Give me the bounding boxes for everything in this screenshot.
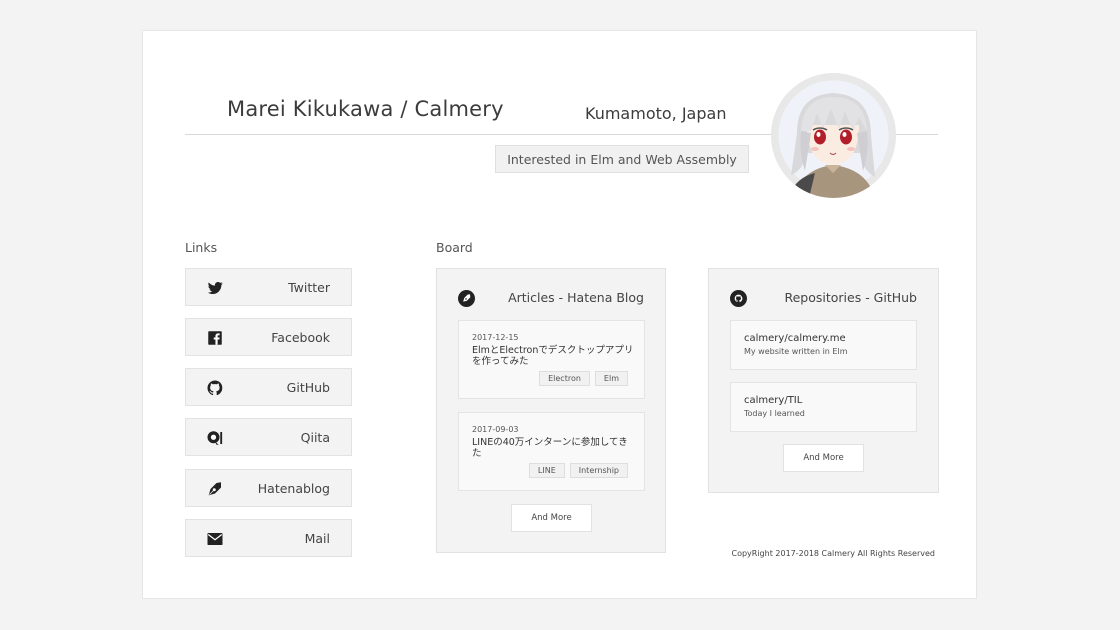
article-date: 2017-12-15: [472, 333, 519, 342]
article-tags: LINE Internship: [528, 463, 628, 478]
tag-line[interactable]: LINE: [528, 463, 565, 478]
github-icon: [206, 379, 224, 397]
repository-card[interactable]: calmery/calmery.me My website written in…: [730, 320, 917, 370]
avatar: [771, 73, 896, 198]
link-label: Facebook: [271, 330, 330, 345]
tag-electron[interactable]: Electron: [539, 371, 590, 386]
repository-description: Today I learned: [744, 409, 805, 418]
board-heading: Board: [436, 240, 473, 255]
github-icon: [730, 290, 747, 307]
link-mail[interactable]: Mail: [185, 519, 352, 557]
link-github[interactable]: GitHub: [185, 368, 352, 406]
copyright-text: CopyRight 2017-2018 Calmery All Rights R…: [731, 549, 935, 558]
articles-panel: Articles - Hatena Blog 2017-12-15 ElmとEl…: [436, 268, 666, 553]
hatenablog-icon: [458, 290, 475, 307]
hatenablog-icon: [206, 480, 224, 498]
links-heading: Links: [185, 240, 218, 255]
link-label: Mail: [304, 531, 330, 546]
link-twitter[interactable]: Twitter: [185, 268, 352, 306]
repository-name: calmery/TIL: [744, 395, 803, 406]
profile-name: Marei Kikukawa / Calmery: [227, 97, 504, 121]
link-label: Twitter: [288, 280, 330, 295]
interest-badge: Interested in Elm and Web Assembly: [495, 145, 749, 173]
articles-title: Articles - Hatena Blog: [508, 290, 644, 305]
repositories-panel: Repositories - GitHub calmery/calmery.me…: [708, 268, 939, 493]
mail-icon: [206, 530, 224, 548]
link-qiita[interactable]: Qiita: [185, 418, 352, 456]
repository-description: My website written in Elm: [744, 347, 848, 356]
repository-name: calmery/calmery.me: [744, 333, 846, 344]
link-label: Hatenablog: [257, 481, 330, 496]
article-card[interactable]: 2017-09-03 LINEの40万インターンに参加してきた LINE Int…: [458, 412, 645, 491]
qiita-icon: [206, 429, 224, 447]
link-hatenablog[interactable]: Hatenablog: [185, 469, 352, 507]
link-label: Qiita: [300, 430, 330, 445]
repositories-more-button[interactable]: And More: [783, 444, 864, 472]
article-title: LINEの40万インターンに参加してきた: [472, 437, 628, 459]
profile-page: Marei Kikukawa / Calmery Kumamoto, Japan…: [142, 30, 977, 599]
repositories-title: Repositories - GitHub: [784, 290, 917, 305]
link-facebook[interactable]: Facebook: [185, 318, 352, 356]
article-title: ElmとElectronでデスクトップアプリを作ってみた: [472, 345, 634, 367]
articles-more-button[interactable]: And More: [511, 504, 592, 532]
tag-internship[interactable]: Internship: [569, 463, 628, 478]
repository-card[interactable]: calmery/TIL Today I learned: [730, 382, 917, 432]
article-card[interactable]: 2017-12-15 ElmとElectronでデスクトップアプリを作ってみた …: [458, 320, 645, 399]
tag-elm[interactable]: Elm: [594, 371, 628, 386]
article-tags: Electron Elm: [539, 371, 628, 386]
profile-location: Kumamoto, Japan: [585, 104, 727, 123]
link-label: GitHub: [286, 380, 330, 395]
article-date: 2017-09-03: [472, 425, 519, 434]
facebook-icon: [206, 329, 224, 347]
twitter-icon: [206, 279, 224, 297]
